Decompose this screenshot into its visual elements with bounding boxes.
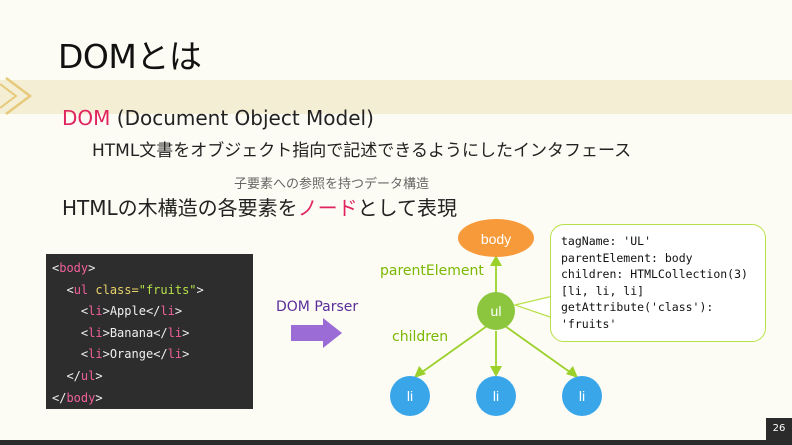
node-ul <box>477 292 515 330</box>
node-li <box>476 376 516 416</box>
code-line: </body> <box>52 390 103 405</box>
parent-arrowhead-icon <box>490 255 502 266</box>
code-line: <li>Orange</li> <box>80 347 190 362</box>
node-li-label: li <box>407 388 413 404</box>
child-arrowhead-icon <box>566 366 578 378</box>
callout-pointer <box>512 295 554 319</box>
annotation-label: 子要素への参照を持つデータ構造 <box>234 177 430 192</box>
footer-bar <box>0 440 792 445</box>
dom-expansion: (Document Object Model) <box>110 106 374 130</box>
children-label: children <box>392 329 449 345</box>
child-arrowhead-icon <box>414 366 426 378</box>
code-line: <li>Apple</li> <box>80 304 183 319</box>
chevron-decoration-icon <box>0 77 33 115</box>
node-li <box>562 376 602 416</box>
node-body-label: body <box>481 231 511 247</box>
slide: DOMとは DOM (Document Object Model) HTML文書… <box>0 0 792 445</box>
html-code-block: <body> <ul class="fruits"> <li>Apple</li… <box>46 254 253 409</box>
slide-title: DOMとは <box>58 37 202 76</box>
ul-properties-callout: tagName: 'UL' parentElement: body childr… <box>550 224 766 342</box>
node-li <box>390 376 430 416</box>
dom-heading: DOM (Document Object Model) <box>62 106 374 130</box>
child-arrowhead-icon <box>490 366 502 377</box>
code-line: </ul> <box>66 368 103 383</box>
code-line: <ul class="fruits"> <box>66 282 204 297</box>
dom-parser-label: DOM Parser <box>276 299 359 315</box>
dom-description: HTML文書をオブジェクト指向で記述できるようにしたインタフェース <box>92 141 632 161</box>
dom-term: DOM <box>62 106 111 130</box>
node-li-label: li <box>493 388 499 404</box>
parent-element-label: parentElement <box>380 263 484 279</box>
node-li-label: li <box>579 388 585 404</box>
node-body <box>458 219 534 257</box>
code-line: <body> <box>52 261 96 275</box>
code-line: <li>Banana</li> <box>80 325 190 340</box>
node-heading-prefix: HTMLの木構造の各要素を <box>62 196 298 220</box>
node-heading-suffix: として表現 <box>357 196 458 220</box>
node-heading: HTMLの木構造の各要素をノードとして表現 <box>62 192 457 221</box>
parser-arrow-icon <box>291 318 342 348</box>
page-number: 26 <box>766 418 792 440</box>
node-ul-label: ul <box>491 303 502 319</box>
node-heading-accent: ノード <box>297 196 358 220</box>
